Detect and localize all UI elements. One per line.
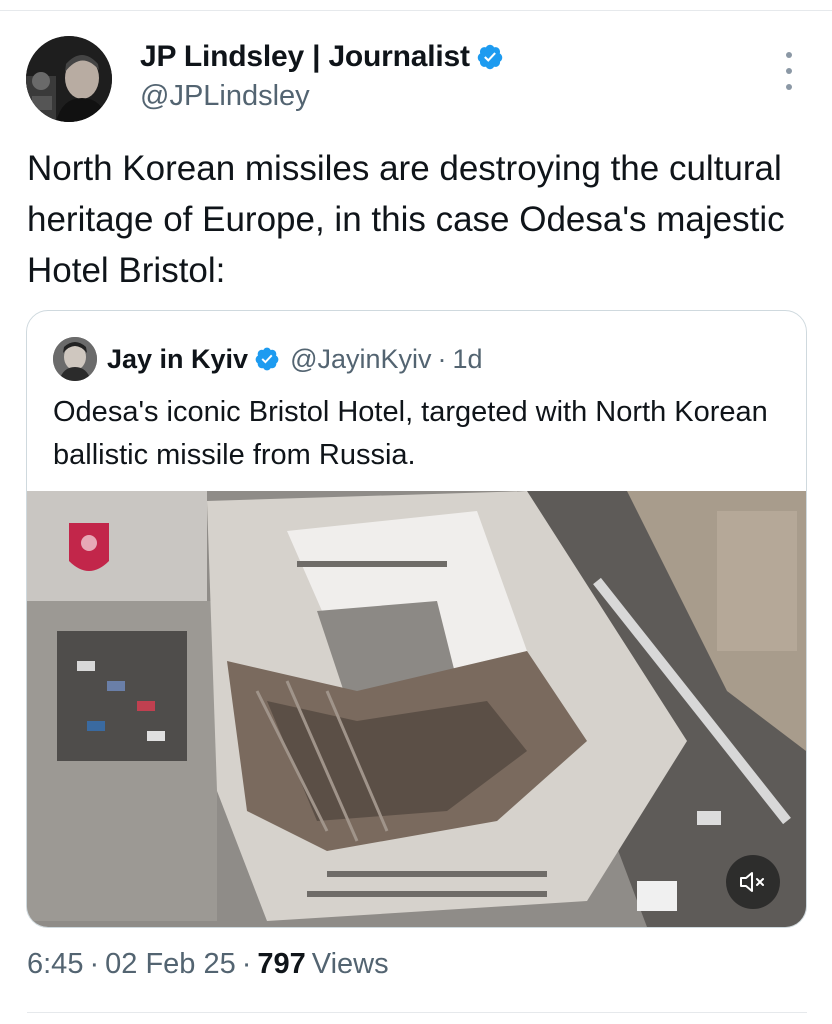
quoted-author-name[interactable]: Jay in Kyiv (107, 344, 248, 375)
quoted-tweet-card[interactable]: Jay in Kyiv @JayinKyiv · 1d Odesa's icon… (26, 310, 807, 928)
more-options-icon[interactable] (780, 52, 798, 90)
aerial-hotel-image (27, 491, 806, 927)
views-count[interactable]: 797 (257, 948, 305, 981)
mute-icon[interactable] (726, 855, 780, 909)
tweet-date[interactable]: 02 Feb 25 (105, 948, 236, 981)
quoted-tweet-text: Odesa's iconic Bristol Hotel, targeted w… (53, 396, 768, 471)
views-label: Views (311, 948, 389, 980)
author-name-row: JP Lindsley | Journalist (140, 40, 504, 74)
quoted-separator: · (437, 343, 447, 374)
bottom-divider (27, 1012, 807, 1013)
quoted-age[interactable]: 1d (453, 344, 483, 375)
quoted-author-handle[interactable]: @JayinKyiv (290, 344, 431, 375)
quoted-author-avatar[interactable] (53, 337, 97, 381)
meta-separator: · (89, 948, 100, 980)
tweet-text: North Korean missiles are destroying the… (27, 149, 785, 290)
verified-badge-icon (255, 347, 279, 371)
tweet-time[interactable]: 6:45 (27, 948, 83, 981)
quoted-video[interactable] (27, 491, 806, 927)
author-name[interactable]: JP Lindsley | Journalist (140, 40, 470, 74)
top-divider (0, 0, 832, 11)
quoted-tweet-header: Jay in Kyiv @JayinKyiv · 1d (53, 337, 483, 381)
meta-separator: · (241, 948, 252, 980)
author-avatar[interactable] (26, 36, 112, 122)
tweet-meta: 6:45 · 02 Feb 25 · 797 Views (27, 948, 389, 981)
author-handle[interactable]: @JPLindsley (140, 80, 310, 113)
verified-badge-icon (477, 44, 503, 70)
